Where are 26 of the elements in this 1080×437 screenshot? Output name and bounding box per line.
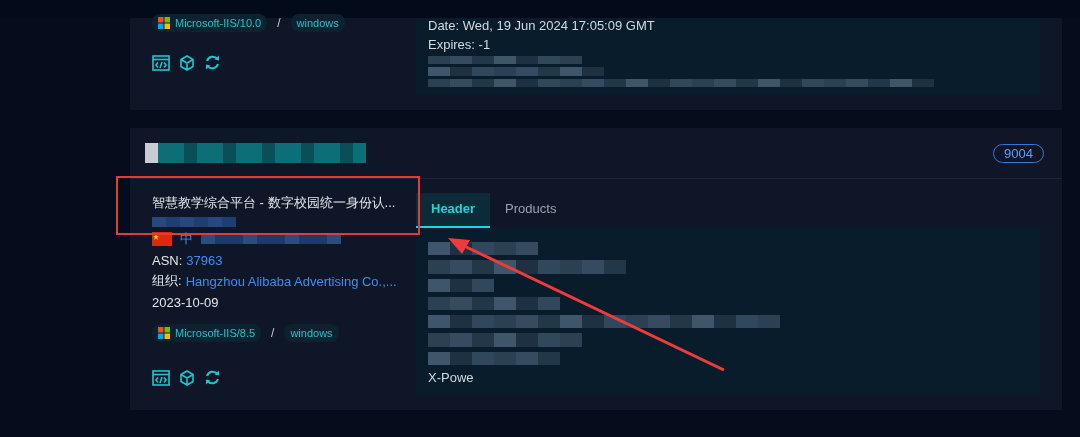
separator-text: / xyxy=(277,16,281,30)
header-line: Expires: -1 xyxy=(428,37,492,53)
tab[interactable]: Header xyxy=(416,193,491,228)
server-tag[interactable]: Microsoft-IIS/10.0 xyxy=(152,14,268,32)
server-tag[interactable]: Microsoft-IIS/8.5 xyxy=(152,324,262,342)
refresh-icon[interactable] xyxy=(204,369,221,386)
code-window-icon[interactable] xyxy=(152,54,170,71)
org-link[interactable]: Hangzhou Alibaba Advertising Co.,... xyxy=(185,273,397,289)
header-line: Date: Wed, 19 Jun 2024 17:05:09 GMT xyxy=(428,18,656,34)
cube-icon[interactable] xyxy=(179,369,195,386)
asn-label: ASN: xyxy=(152,252,183,268)
site-title[interactable]: 智慧教学综合平台 - 数字校园统一身份认... xyxy=(152,195,416,211)
org-label: 组织: xyxy=(152,272,182,290)
windows-logo-icon xyxy=(158,327,170,339)
os-tag[interactable]: windows xyxy=(290,14,345,32)
refresh-icon[interactable] xyxy=(204,54,221,71)
tab[interactable]: Products xyxy=(490,193,572,228)
windows-logo-icon xyxy=(158,17,170,29)
cube-icon[interactable] xyxy=(179,54,195,71)
code-window-icon[interactable] xyxy=(152,369,170,386)
date-text: 2023-10-09 xyxy=(152,294,219,310)
asn-link[interactable]: 37963 xyxy=(186,252,223,268)
location-link[interactable]: 中 xyxy=(180,230,193,248)
separator-text: / xyxy=(271,326,275,340)
header-line: X-Powe xyxy=(428,369,475,386)
os-tag[interactable]: windows xyxy=(284,324,339,342)
